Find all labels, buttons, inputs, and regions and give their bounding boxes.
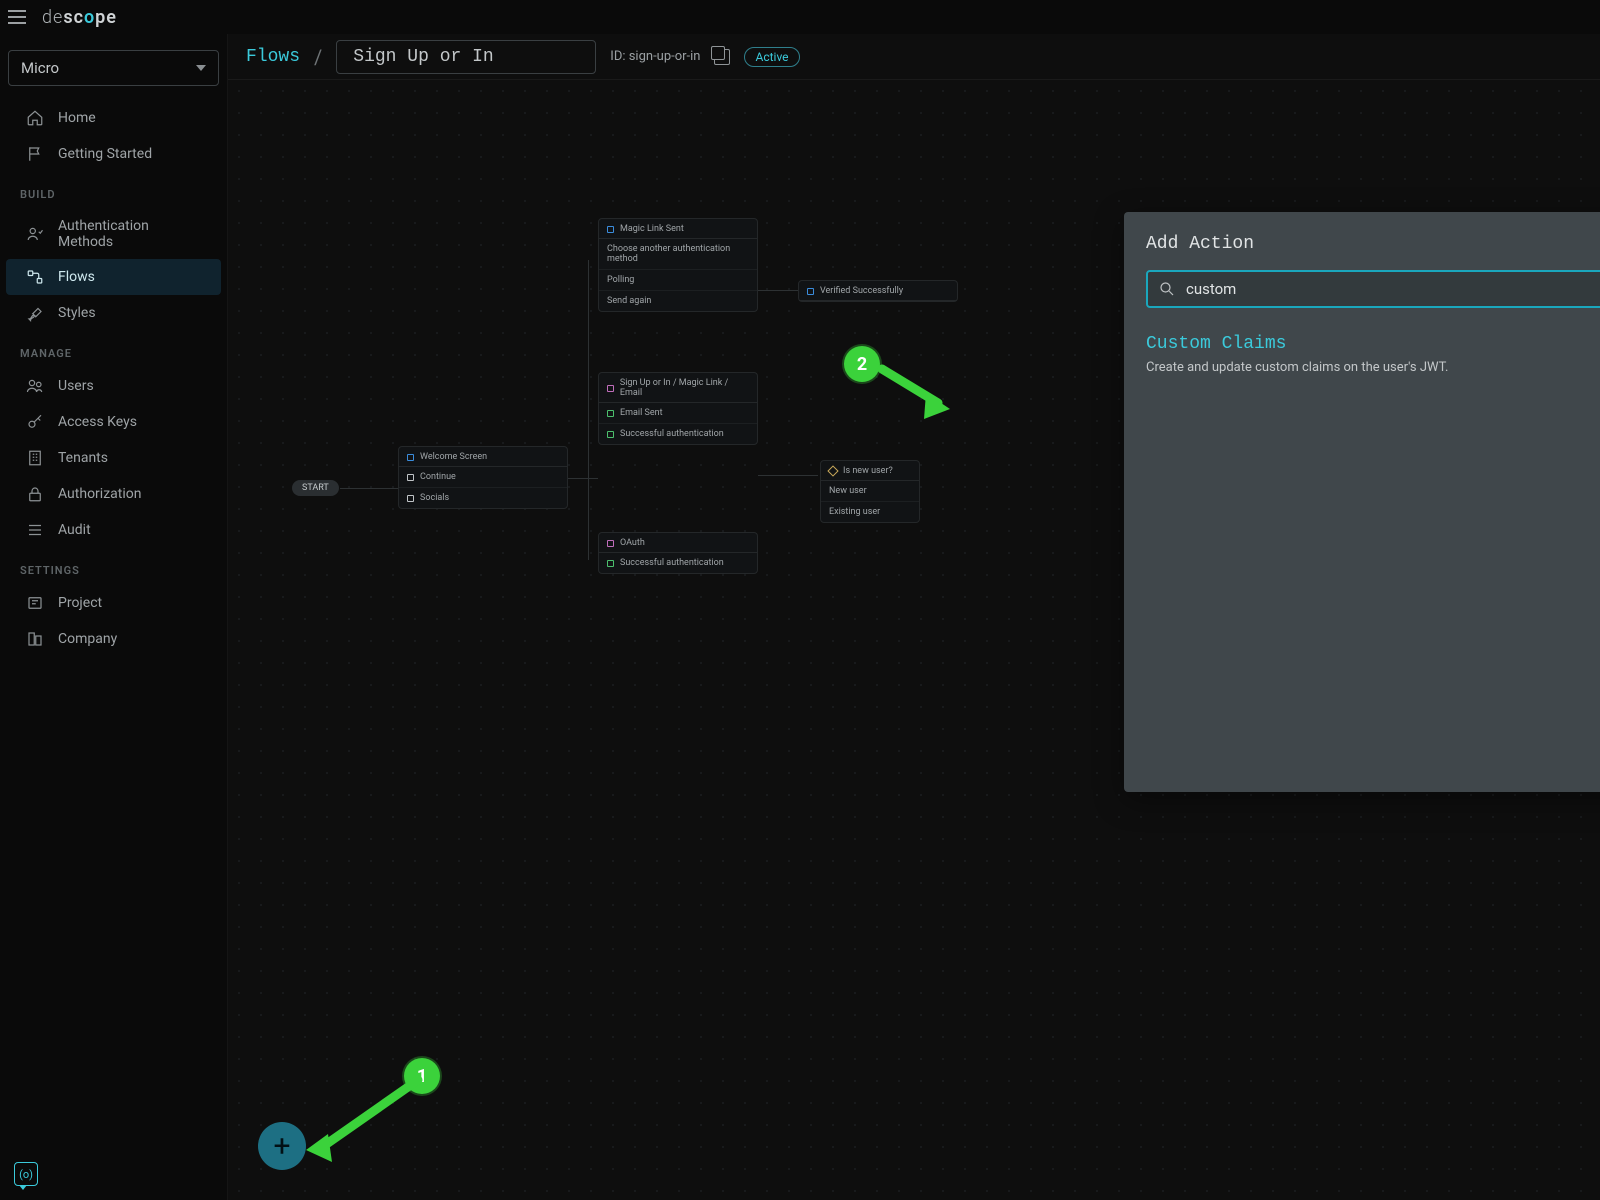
add-action-modal: Add Action Custom Claims Create and upda…: [1124, 212, 1600, 792]
node-verified[interactable]: Verified Successfully: [798, 280, 958, 302]
node-magic-sent[interactable]: Magic Link Sent Choose another authentic…: [598, 218, 758, 312]
project-select[interactable]: Micro: [8, 50, 219, 86]
main: Flows / Sign Up or In ID: sign-up-or-in …: [228, 34, 1600, 1200]
screen-icon: [807, 288, 814, 295]
nav-audit[interactable]: Audit: [6, 512, 221, 548]
section-settings: SETTINGS: [0, 548, 227, 585]
nav-home[interactable]: Home: [6, 100, 221, 136]
brush-icon: [26, 304, 44, 322]
screen-icon: [407, 454, 414, 461]
section-manage: MANAGE: [0, 331, 227, 368]
section-build: BUILD: [0, 172, 227, 209]
nav-company[interactable]: Company: [6, 621, 221, 657]
nav-label: Audit: [58, 522, 91, 538]
nav-access-keys[interactable]: Access Keys: [6, 404, 221, 440]
key-icon: [26, 413, 44, 431]
nav-label: Access Keys: [58, 414, 137, 430]
arrow-2: [868, 355, 968, 425]
result-title: Custom Claims: [1146, 334, 1600, 354]
node-welcome[interactable]: Welcome Screen Continue Socials: [398, 446, 568, 509]
modal-title: Add Action: [1146, 234, 1600, 254]
nav-getting-started[interactable]: Getting Started: [6, 136, 221, 172]
nav-label: Flows: [58, 269, 95, 285]
ok-icon: [607, 560, 614, 567]
home-icon: [26, 109, 44, 127]
project-name: Micro: [21, 59, 59, 77]
nav-label: Project: [58, 595, 102, 611]
chevron-down-icon: [196, 65, 206, 71]
nav-authorization[interactable]: Authorization: [6, 476, 221, 512]
breadcrumb-separator: /: [314, 45, 322, 69]
breadcrumb-flows[interactable]: Flows: [246, 47, 300, 67]
nav-label: Company: [58, 631, 117, 647]
company-icon: [26, 630, 44, 648]
dot-icon: [407, 495, 414, 502]
nav-styles[interactable]: Styles: [6, 295, 221, 331]
modal-search-input[interactable]: [1186, 280, 1600, 298]
nav-label: Getting Started: [58, 146, 152, 162]
result-custom-claims[interactable]: Custom Claims Create and update custom c…: [1146, 334, 1600, 375]
building-icon: [26, 449, 44, 467]
nav-flows[interactable]: Flows: [6, 259, 221, 295]
main-header: Flows / Sign Up or In ID: sign-up-or-in …: [228, 34, 1600, 80]
nav-label: Users: [58, 378, 94, 394]
hamburger-menu[interactable]: [8, 5, 32, 29]
flow-id: ID: sign-up-or-in: [610, 49, 700, 64]
condition-icon: [827, 465, 838, 476]
status-badge: Active: [744, 47, 799, 67]
plus-icon: +: [273, 1129, 290, 1164]
screen-icon: [607, 226, 614, 233]
lock-icon: [26, 485, 44, 503]
nav-project[interactable]: Project: [6, 585, 221, 621]
ok-icon: [607, 431, 614, 438]
ok-icon: [607, 410, 614, 417]
nav-label: Authentication Methods: [58, 218, 201, 250]
users-icon: [26, 377, 44, 395]
result-desc: Create and update custom claims on the u…: [1146, 360, 1600, 375]
user-check-icon: [26, 225, 44, 243]
nav-label: Authorization: [58, 486, 141, 502]
node-is-new-user[interactable]: Is new user? New user Existing user: [820, 460, 920, 523]
list-icon: [26, 521, 44, 539]
arrow-1: [298, 1072, 438, 1172]
sidebar: Micro Home Getting Started BUILD Authent…: [0, 0, 228, 1200]
nav-label: Home: [58, 110, 96, 126]
modal-search[interactable]: [1146, 270, 1600, 308]
nav-label: Tenants: [58, 450, 108, 466]
dot-icon: [407, 474, 414, 481]
action-icon: [607, 540, 614, 547]
node-oauth[interactable]: OAuth Successful authentication: [598, 532, 758, 574]
help-bubble[interactable]: (o): [14, 1162, 38, 1186]
brand-logo: descope: [42, 7, 117, 28]
start-node[interactable]: START: [292, 480, 339, 496]
nav-users[interactable]: Users: [6, 368, 221, 404]
search-icon: [1158, 280, 1176, 298]
flag-icon: [26, 145, 44, 163]
action-icon: [607, 385, 614, 392]
nav-tenants[interactable]: Tenants: [6, 440, 221, 476]
nav-label: Styles: [58, 305, 96, 321]
flow-name-input[interactable]: Sign Up or In: [336, 40, 596, 74]
flow-icon: [26, 268, 44, 286]
nav-auth-methods[interactable]: Authentication Methods: [6, 209, 221, 259]
node-signup[interactable]: Sign Up or In / Magic Link / Email Email…: [598, 372, 758, 445]
folder-icon: [26, 594, 44, 612]
copy-icon[interactable]: [714, 49, 730, 65]
